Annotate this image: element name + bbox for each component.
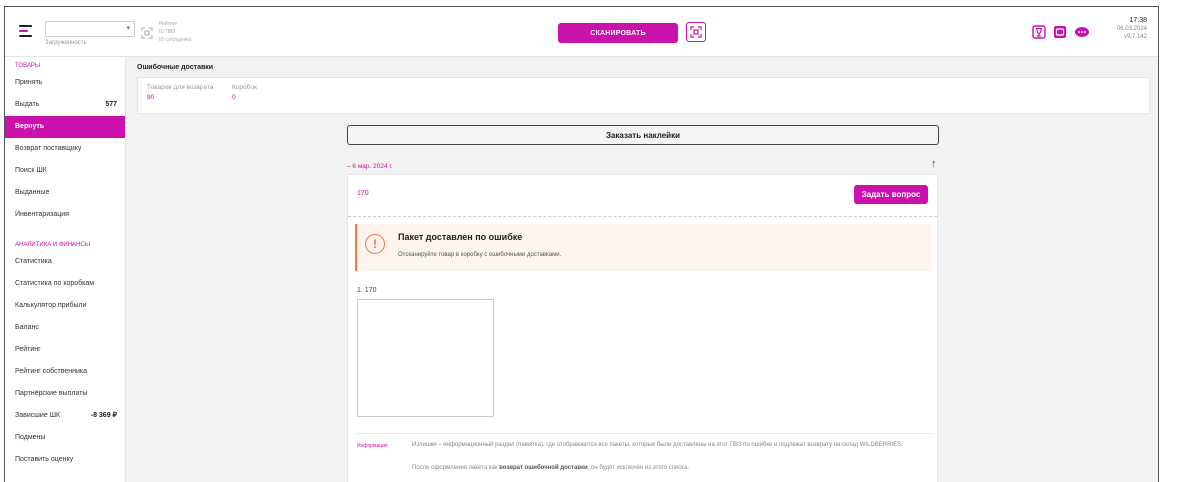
sidebar-section-finance: АНАЛИТИКА И ФИНАНСЫ (15, 242, 91, 248)
chat-icon[interactable] (1074, 24, 1090, 40)
sidebar-item-accept[interactable]: Принять (5, 72, 125, 94)
sidebar-item-label: Баланс (15, 324, 39, 331)
sidebar-item-box-statistics[interactable]: Статистика по коробкам (5, 273, 125, 295)
ask-question-button[interactable]: Задать вопрос (854, 185, 928, 204)
stats-card: Товаров для возврата 90 Коробок 0 (137, 77, 1150, 114)
sidebar-item-label: Выданные (15, 189, 50, 196)
sidebar-item-label: Зависшие ШК (15, 412, 61, 419)
sidebar-item-substitutions[interactable]: Подмены (5, 427, 125, 449)
item-photo[interactable] (357, 299, 494, 417)
sidebar-item-label: Рейтинг собственника (15, 368, 88, 375)
sidebar-item-issued[interactable]: Выданные (5, 182, 125, 204)
page-title: Ошибочные доставки (137, 64, 214, 71)
clock-time: 17:38 (1129, 17, 1147, 24)
pvz-id-label: ID ПВЗ (159, 29, 176, 35)
info-text: Излишки – информационный раздел (памятка… (412, 442, 903, 448)
menu-icon[interactable] (19, 25, 33, 37)
box-number[interactable]: 170 (357, 190, 369, 197)
sidebar-item-label: Выдать (15, 101, 40, 108)
issue-count-badge: 577 (105, 101, 117, 108)
returns-value: 90 (147, 94, 155, 101)
boxes-value: 0 (232, 94, 236, 101)
main-content: Ошибочные доставки Товаров для возврата … (126, 57, 1158, 482)
sidebar-item-partner-payouts[interactable]: Партнёрские выплаты (5, 383, 125, 405)
boxes-stat: Коробок 0 (232, 84, 257, 101)
info-note-prefix: После оформления пакета как (412, 465, 500, 471)
sidebar-item-label: Вернуть (15, 123, 45, 130)
sidebar-item-owner-rating[interactable]: Рейтинг собственника (5, 361, 125, 383)
scan-button[interactable]: СКАНИРОВАТЬ (558, 23, 678, 43)
pvz-caption: Загруженность (45, 40, 87, 46)
sidebar-item-statistics[interactable]: Статистика (5, 251, 125, 273)
wallet-icon[interactable] (1052, 24, 1068, 40)
version-block: 17:38 06.03.2024 v9.7.142 (1117, 17, 1147, 41)
sidebar-item-barcode-search[interactable]: Поиск ШК (5, 160, 125, 182)
sidebar-item-issue[interactable]: Выдать 577 (5, 94, 125, 116)
rating-label: Рейтинг (159, 21, 178, 27)
current-date: 06.03.2024 (1116, 26, 1147, 32)
sidebar: ТОВАРЫ Принять Выдать 577 Вернуть Возврат… (5, 57, 126, 482)
rating-scan-icon (141, 27, 153, 39)
date-group-label[interactable]: – 6 мар. 2024 г. (347, 163, 393, 170)
info-note-suffix: , он будет исключён из этого списка. (587, 465, 690, 471)
sidebar-item-return[interactable]: Вернуть (5, 116, 125, 138)
employee-id-label: ID сотрудника (159, 37, 192, 43)
app-version: v9.7.142 (1123, 34, 1147, 40)
sidebar-item-label: Статистика (15, 258, 52, 265)
sidebar-item-label: Инвентаризация (15, 211, 69, 218)
stuck-amount-badge: -8 369 ₽ (90, 412, 117, 419)
returns-stat: Товаров для возврата 90 (147, 84, 213, 101)
sidebar-item-supplier-return[interactable]: Возврат поставщику (5, 138, 125, 160)
sidebar-item-label: Партнёрские выплаты (15, 390, 88, 397)
sidebar-item-label: Калькулятор прибыли (15, 302, 87, 309)
box-card: 170 Задать вопрос ! Пакет доставлен по о… (347, 174, 938, 482)
sidebar-item-balance[interactable]: Баланс (5, 317, 125, 339)
sidebar-item-rating[interactable]: Рейтинг (5, 339, 125, 361)
pvz-select[interactable]: ▾ (45, 21, 135, 37)
warning-alert: ! Пакет доставлен по ошибке Отсканируйте… (355, 224, 931, 271)
sidebar-section-goods: ТОВАРЫ (15, 63, 41, 69)
sidebar-item-inventory[interactable]: Инвентаризация (5, 204, 125, 226)
sidebar-item-label: Рейтинг (15, 346, 41, 353)
sidebar-item-label: Возврат поставщику (15, 145, 82, 152)
sidebar-item-label: Принять (15, 79, 43, 86)
info-note-bold: возврат ошибочной доставки (499, 465, 588, 471)
boxes-label: Коробок (232, 84, 257, 91)
sidebar-item-stuck-barcodes[interactable]: Зависшие ШК -8 369 ₽ (5, 405, 125, 427)
sidebar-item-label: Статистика по коробкам (15, 280, 95, 287)
sidebar-item-rate[interactable]: Поставить оценку (5, 449, 125, 471)
info-note: После оформления пакета как возврат ошиб… (412, 465, 689, 471)
sidebar-item-label: Поиск ШК (15, 167, 47, 174)
app-window: ▾ Загруженность Рейтинг ID ПВЗ ID сотруд… (4, 6, 1159, 482)
box-header: 170 Задать вопрос (348, 175, 937, 217)
sidebar-item-profit-calculator[interactable]: Калькулятор прибыли (5, 295, 125, 317)
sidebar-item-label: Подмены (15, 434, 46, 441)
rating-block: Рейтинг ID ПВЗ ID сотрудника (159, 20, 192, 44)
divider (355, 433, 931, 434)
chevron-down-icon: ▾ (126, 25, 130, 32)
wine-glass-icon[interactable] (1031, 24, 1047, 40)
item-label: 1. 170 (357, 287, 377, 294)
info-title: Информация (357, 443, 388, 449)
qr-scan-icon[interactable] (686, 22, 706, 42)
sidebar-item-label: Поставить оценку (15, 456, 74, 463)
alert-title: Пакет доставлен по ошибке (398, 232, 523, 242)
arrow-up-icon[interactable]: ↑ (931, 158, 937, 170)
top-header: ▾ Загруженность Рейтинг ID ПВЗ ID сотруд… (5, 7, 1158, 57)
returns-label: Товаров для возврата (147, 84, 214, 91)
order-stickers-button[interactable]: Заказать наклейки (347, 125, 939, 145)
warning-icon: ! (365, 234, 385, 254)
alert-text: Отсканируйте товар в коробку с ошибочным… (398, 252, 562, 258)
